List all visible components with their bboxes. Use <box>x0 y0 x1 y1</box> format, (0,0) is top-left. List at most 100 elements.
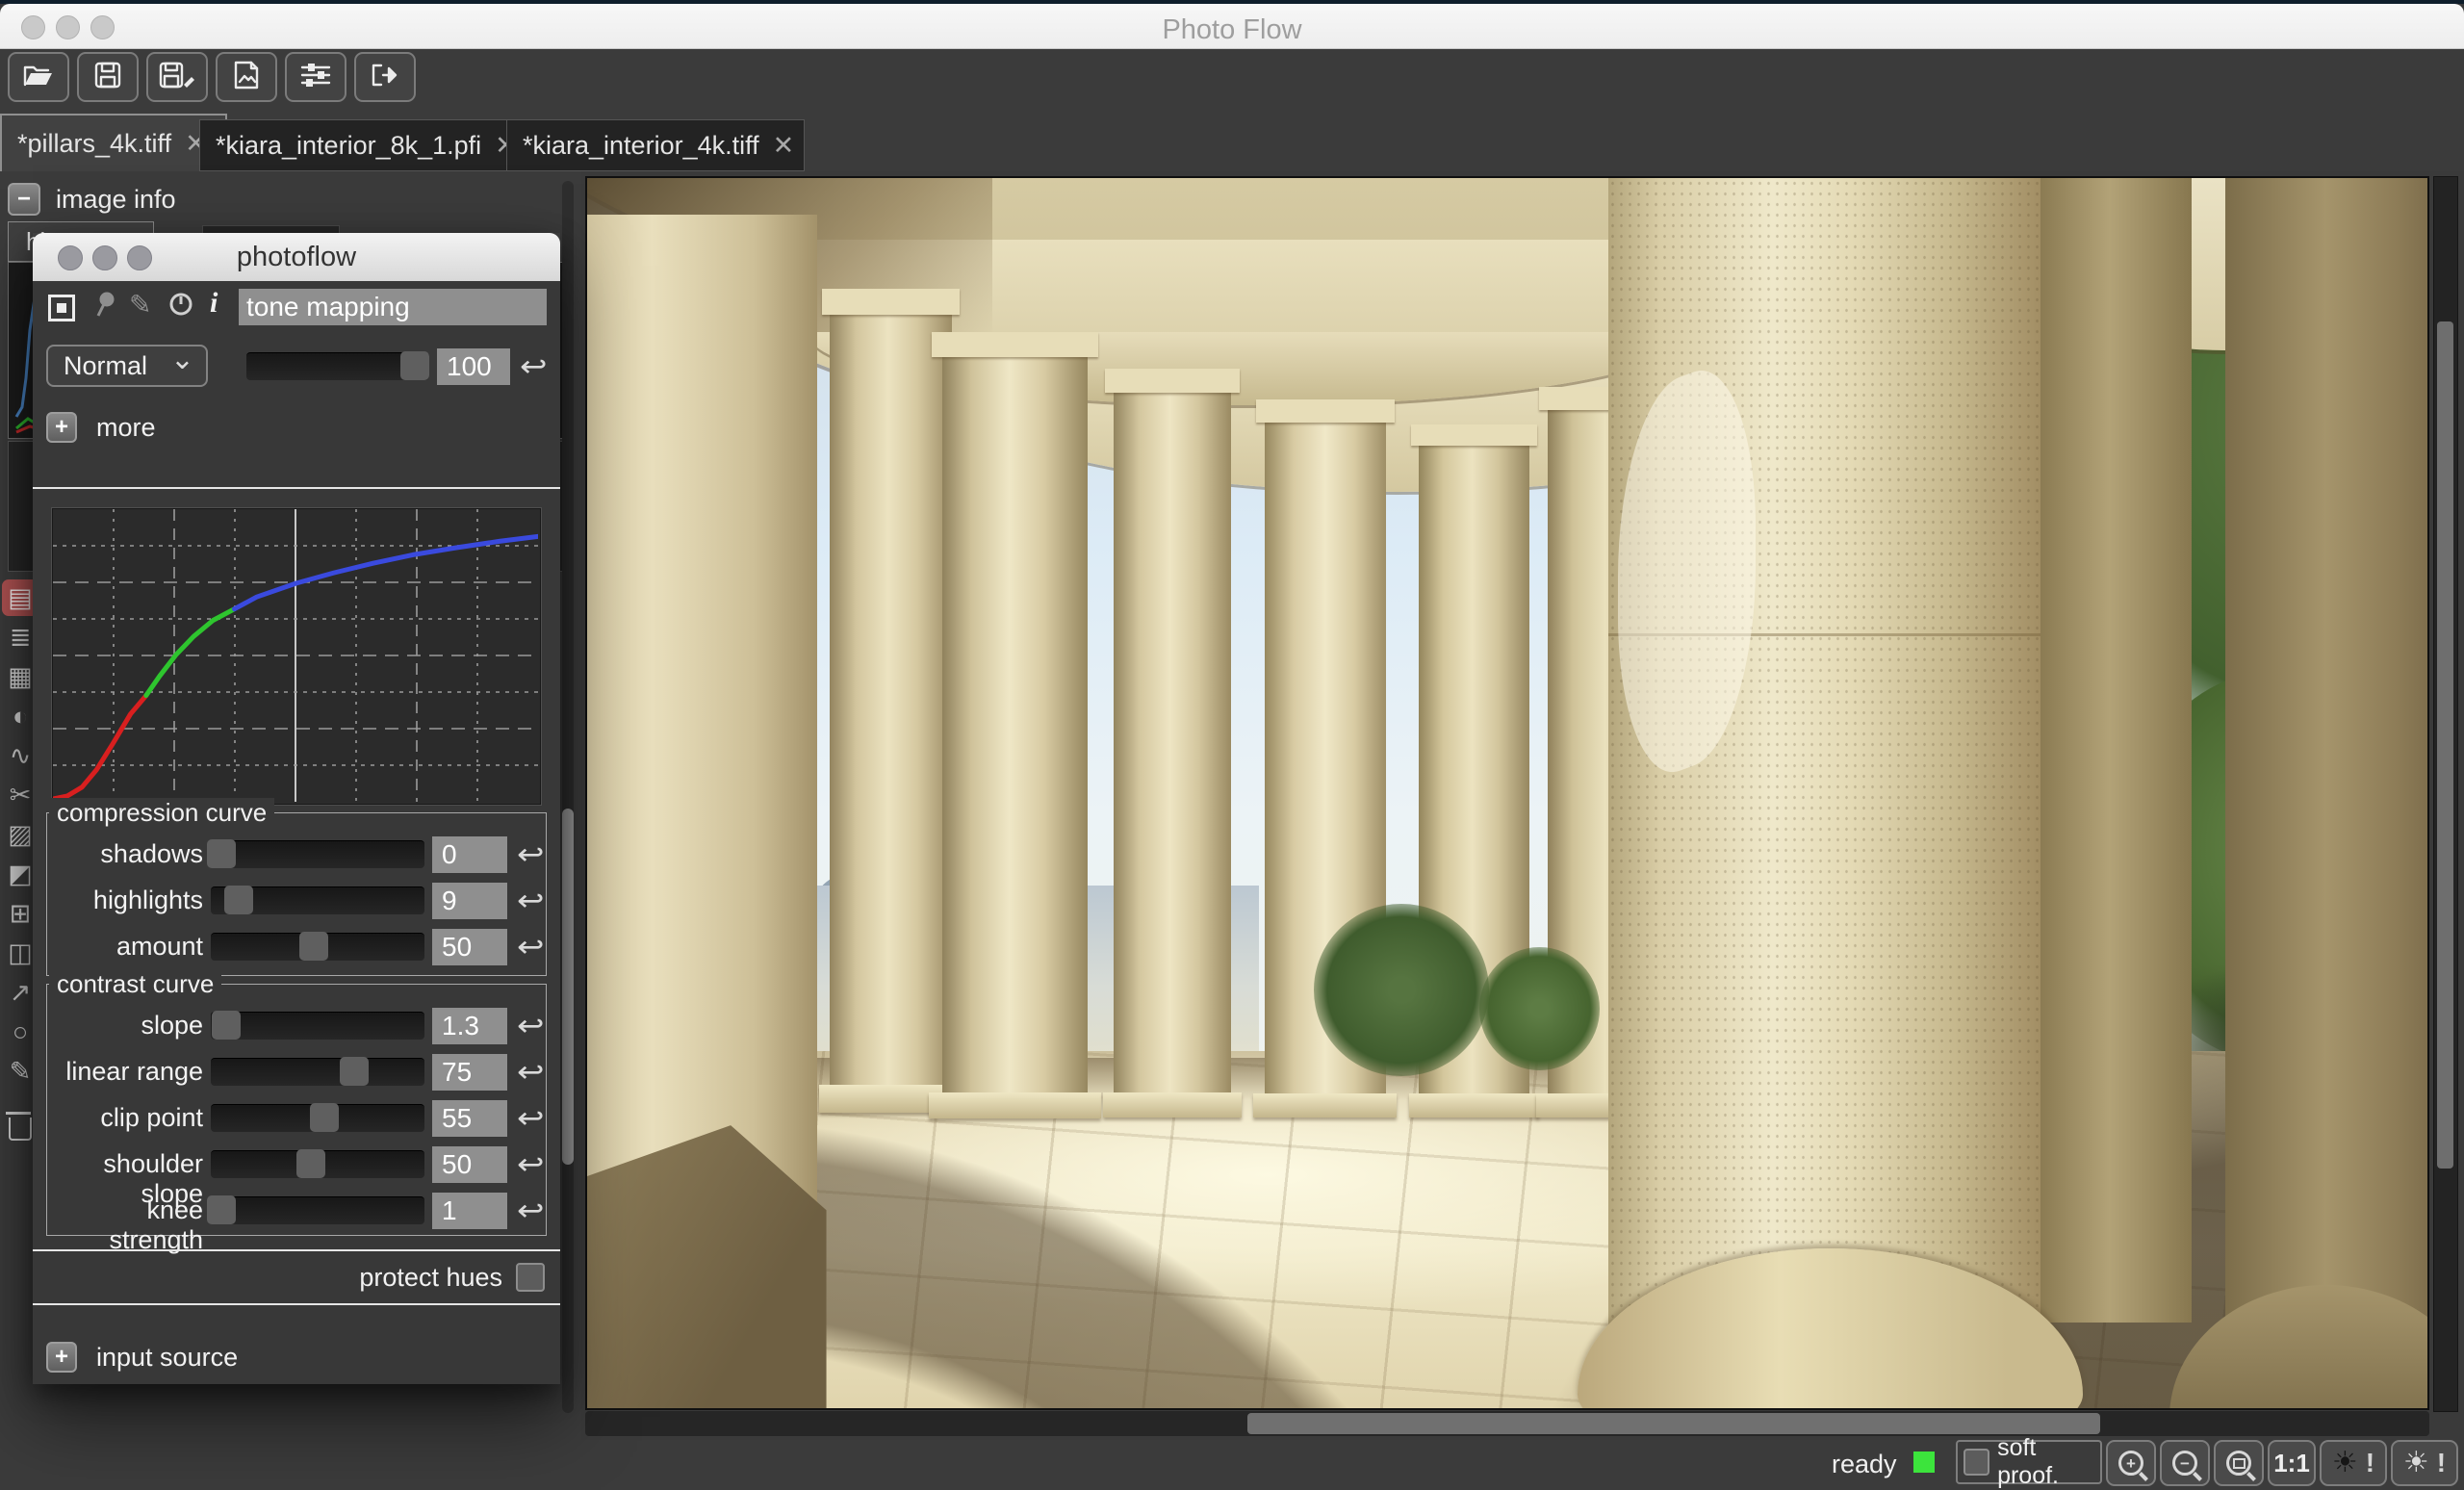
protect-hues-row: protect hues <box>33 1257 560 1297</box>
layer-name-text: tone mapping <box>246 292 410 322</box>
opacity-value[interactable]: 100 <box>437 348 510 385</box>
undo-icon[interactable]: ↩ <box>517 1058 545 1088</box>
solid-square-icon[interactable] <box>48 295 75 321</box>
input-source-expander[interactable]: + input source <box>33 1336 560 1378</box>
undo-icon[interactable]: ↩ <box>517 933 545 963</box>
photo-column-shaded <box>2034 178 2192 1323</box>
slider-value[interactable]: 9 <box>432 883 507 919</box>
slider-label: linear range <box>47 1057 203 1087</box>
expand-button[interactable]: + <box>46 1342 77 1373</box>
zoom-out-button[interactable]: − <box>2160 1440 2210 1486</box>
clip-point-slider[interactable] <box>211 1104 424 1132</box>
opacity-slider[interactable] <box>246 352 429 380</box>
slider-handle[interactable] <box>296 1149 325 1178</box>
linear-range-slider[interactable] <box>211 1058 424 1086</box>
slider-handle[interactable] <box>207 1195 236 1224</box>
zoom-in-button[interactable]: + <box>2106 1440 2156 1486</box>
slope-slider[interactable] <box>211 1012 424 1040</box>
slider-value[interactable]: 0 <box>432 836 507 873</box>
shadow-warning-button[interactable]: ☀ ! <box>2320 1440 2387 1486</box>
info-icon[interactable]: i <box>210 287 218 320</box>
dark-sun-icon: ☀ <box>2332 1449 2358 1477</box>
amount-slider[interactable] <box>211 933 424 961</box>
panel-scrollbar[interactable] <box>562 181 574 1413</box>
save-as-icon <box>159 61 195 94</box>
photo-column-rightedge-base <box>2169 1285 2429 1410</box>
slider-value[interactable]: 50 <box>432 1146 507 1183</box>
tab-kiara-4k[interactable]: *kiara_interior_4k.tiff ✕ <box>506 119 805 171</box>
slider-value[interactable]: 50 <box>432 929 507 965</box>
collapse-button[interactable]: − <box>8 183 40 216</box>
slider-handle[interactable] <box>212 1011 241 1040</box>
slider-value[interactable]: 1.3 <box>432 1008 507 1044</box>
tab-pillars-4k[interactable]: *pillars_4k.tiff ✕ <box>0 114 227 171</box>
status-ready-label: ready <box>1832 1450 1897 1479</box>
dialog-title: photoflow <box>33 242 560 273</box>
horizontal-scrollbar[interactable] <box>585 1411 2429 1436</box>
halftone-icon: ▨ <box>8 820 33 850</box>
slider-value[interactable]: 1 <box>432 1193 507 1229</box>
photo-column-big-ring <box>1608 633 2040 636</box>
batch-settings-button[interactable] <box>285 52 346 102</box>
slider-handle[interactable] <box>207 839 236 868</box>
compression-curve-group: compression curve shadows 0 ↩ highlights… <box>46 812 547 976</box>
zoom-actual-button[interactable]: 1:1 <box>2268 1440 2316 1486</box>
image-info-expander[interactable]: − image info <box>8 183 176 216</box>
opacity-slider-handle[interactable] <box>400 351 429 380</box>
slider-handle[interactable] <box>299 932 328 961</box>
highlights-slider[interactable] <box>211 886 424 914</box>
undo-icon[interactable]: ↩ <box>517 840 545 870</box>
save-as-button[interactable] <box>146 52 208 102</box>
vertical-scrollbar[interactable] <box>2433 176 2458 1412</box>
slider-value[interactable]: 55 <box>432 1100 507 1137</box>
undo-icon[interactable]: ↩ <box>517 1150 545 1180</box>
slider-handle[interactable] <box>340 1057 369 1086</box>
open-file-button[interactable] <box>8 52 69 102</box>
power-icon[interactable] <box>167 291 194 322</box>
panel-scrollbar-thumb[interactable] <box>562 809 574 1165</box>
undo-icon[interactable]: ↩ <box>517 1196 545 1226</box>
horizontal-scrollbar-thumb[interactable] <box>1247 1413 2100 1434</box>
dialog-titlebar[interactable]: photoflow <box>33 233 560 282</box>
knee-strength-slider[interactable] <box>211 1196 424 1224</box>
shoulder-slope-slider[interactable] <box>211 1150 424 1178</box>
protect-hues-checkbox[interactable] <box>516 1263 545 1292</box>
move-icon: ↗ <box>10 978 32 1008</box>
adjust-icon: ≣ <box>10 623 32 653</box>
soft-proof-checkbox[interactable] <box>1964 1449 1989 1476</box>
undo-icon[interactable]: ↩ <box>517 886 545 916</box>
crop-icon: ⊞ <box>10 899 32 929</box>
shadows-slider[interactable] <box>211 840 424 868</box>
tab-close-icon[interactable]: ✕ <box>773 131 795 161</box>
plus-icon: + <box>55 1346 68 1369</box>
photo-canvas[interactable] <box>585 176 2429 1410</box>
blend-mode-dropdown[interactable]: Normal ⌄ <box>46 345 208 387</box>
quit-button[interactable] <box>354 52 416 102</box>
group-legend: compression curve <box>49 798 274 828</box>
undo-icon[interactable]: ↩ <box>517 1104 545 1134</box>
undo-icon[interactable]: ↩ <box>520 352 548 382</box>
tone-curve-panel[interactable] <box>52 508 541 805</box>
more-expander[interactable]: + more <box>33 406 560 449</box>
save-button[interactable] <box>77 52 139 102</box>
slider-value[interactable]: 75 <box>432 1054 507 1091</box>
undo-icon[interactable]: ↩ <box>517 1012 545 1041</box>
contrast-curve-group: contrast curve slope 1.3 ↩ linear range … <box>46 984 547 1236</box>
trash-icon <box>9 1118 32 1141</box>
pin-icon[interactable] <box>92 291 117 324</box>
separator <box>33 1249 560 1251</box>
photo-column-big-base <box>1578 1248 2084 1410</box>
pencil-icon[interactable]: ✎ <box>129 289 151 321</box>
input-source-label: input source <box>96 1343 238 1373</box>
slider-handle[interactable] <box>224 886 253 914</box>
slider-handle[interactable] <box>310 1103 339 1132</box>
window-titlebar: Photo Flow <box>0 4 2464 49</box>
tab-kiara-8k[interactable]: *kiara_interior_8k_1.pfi ✕ <box>199 119 532 171</box>
highlight-warning-button[interactable]: ☀ ! <box>2391 1440 2458 1486</box>
vertical-scrollbar-thumb[interactable] <box>2437 321 2453 1169</box>
export-image-button[interactable] <box>216 52 277 102</box>
layer-name-field[interactable]: tone mapping <box>239 289 547 325</box>
zoom-in-icon: + <box>2118 1451 2143 1476</box>
zoom-fit-button[interactable] <box>2214 1440 2264 1486</box>
expand-button[interactable]: + <box>46 412 77 443</box>
